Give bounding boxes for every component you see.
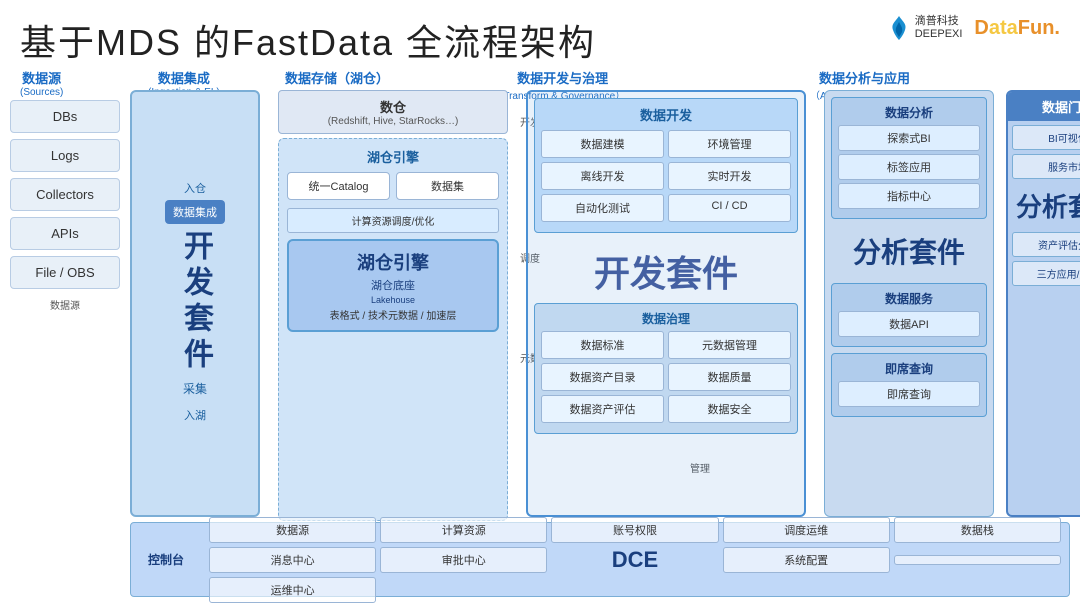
cat-sources-header: 数据源 (Sources) xyxy=(20,68,63,98)
app-kit-big: 分析套件 xyxy=(1008,183,1080,228)
control-item-compute: 计算资源 xyxy=(380,517,547,543)
gov-item-5: 数据安全 xyxy=(668,395,791,423)
control-item-auth: 账号权限 xyxy=(551,517,718,543)
lakehouse-big-label: 湖仓引擎 xyxy=(297,249,489,275)
control-item-datasource: 数据源 xyxy=(209,517,376,543)
ingestion-collect-label: 采集 xyxy=(183,380,207,397)
source-item-dbs: DBs xyxy=(10,100,120,133)
analysis-kit-big: 分析套件 xyxy=(825,225,993,277)
source-item-apis: APIs xyxy=(10,217,120,250)
analysis-service-section: 数据服务 数据API xyxy=(831,283,987,347)
dev-title: 数据开发 xyxy=(541,105,791,124)
dev-item-0: 数据建模 xyxy=(541,130,664,158)
dev-item-3: 实时开发 xyxy=(668,162,791,190)
analysis-title: 数据分析 xyxy=(838,104,980,121)
transform-outer: 数据开发 数据建模 环境管理 离线开发 实时开发 自动化测试 CI / CD 开… xyxy=(526,90,806,517)
storage-header-title: 数仓 xyxy=(285,97,501,116)
service-item-api: 数据API xyxy=(838,311,980,337)
ingestion-rucang-badge: 数据集成 xyxy=(165,200,225,224)
app-item-asset: 资产评估分析 xyxy=(1012,232,1080,257)
gov-grid: 数据标准 元数据管理 数据资产目录 数据质量 数据资产评估 数据安全 xyxy=(541,331,791,423)
dataset-item: 数据集 xyxy=(396,172,499,200)
gov-title: 数据治理 xyxy=(541,310,791,327)
dev-grid: 数据建模 环境管理 离线开发 实时开发 自动化测试 CI / CD xyxy=(541,130,791,222)
ingestion-kit-label: 开发套件 xyxy=(173,230,217,374)
control-item-ops: 调度运维 xyxy=(723,517,890,543)
gov-item-2: 数据资产目录 xyxy=(541,363,664,391)
source-item-file-obs: File / OBS xyxy=(10,256,120,289)
app-item-ecosystem: 三方应用/生态 xyxy=(1012,261,1080,286)
sources-bottom-label: 数据源 xyxy=(10,297,120,312)
logo-deepexi: 滴普科技 DEEPEXI xyxy=(887,14,963,42)
gov-item-3: 数据质量 xyxy=(668,363,791,391)
catalog-item: 统一Catalog xyxy=(287,172,390,200)
service-title: 数据服务 xyxy=(838,290,980,307)
compute-row: 计算资源调度/优化 xyxy=(287,208,499,233)
dev-item-1: 环境管理 xyxy=(668,130,791,158)
sources-column: DBs Logs Collectors APIs File / OBS 数据源 xyxy=(10,100,120,312)
source-item-logs: Logs xyxy=(10,139,120,172)
lakehouse-detail: 表格式 / 技术元数据 / 加速层 xyxy=(297,307,489,322)
ingestion-box: 入仓 数据集成 开发套件 采集 入湖 xyxy=(130,90,260,517)
app-item-bi: BI可视化 xyxy=(1012,125,1080,150)
transform-dev-box: 数据开发 数据建模 环境管理 离线开发 实时开发 自动化测试 CI / CD xyxy=(534,98,798,233)
arch-container: 入仓 数据集成 开发套件 采集 入湖 管理 开发 调度 元数据 管理 管理 管理… xyxy=(130,90,1070,597)
gov-item-0: 数据标准 xyxy=(541,331,664,359)
catalog-row: 统一Catalog 数据集 xyxy=(287,172,499,200)
control-item-sysconfig: 系统配置 xyxy=(723,547,890,573)
analysis-item-bi: 探索式BI xyxy=(838,125,980,151)
analysis-section-top: 数据分析 探索式BI 标签应用 指标中心 xyxy=(831,97,987,219)
source-item-collectors: Collectors xyxy=(10,178,120,211)
storage-header-box: 数仓 (Redshift, Hive, StarRocks…) xyxy=(278,90,508,134)
control-item-blank xyxy=(894,555,1061,565)
control-row: 控制台 数据源 计算资源 账号权限 调度运维 数据栈 消息中心 审批中心 DCE… xyxy=(130,522,1070,597)
ingestion-arrow-rucang: 入仓 xyxy=(165,180,225,196)
control-item-message: 消息中心 xyxy=(209,547,376,573)
gov-item-1: 元数据管理 xyxy=(668,331,791,359)
logo-datafun: DataFun. xyxy=(974,17,1060,40)
analysis-item-tag: 标签应用 xyxy=(838,154,980,180)
control-title: 控制台 xyxy=(131,547,201,572)
app-item-market: 服务市场 xyxy=(1012,154,1080,179)
dev-item-5: CI / CD xyxy=(668,194,791,222)
main-title: 基于MDS 的FastData 全流程架构 xyxy=(20,14,596,66)
analysis-center-title: 指标中心 xyxy=(838,183,980,209)
analysis-instant-section: 即席查询 即席查询 xyxy=(831,353,987,417)
analysis-outer: 数据分析 探索式BI 标签应用 指标中心 分析套件 数据服务 数据API 即席查… xyxy=(824,90,994,517)
lakehouse-name: Lakehouse xyxy=(297,295,489,305)
deepexi-icon xyxy=(887,14,911,42)
transform-kit-big: 开发套件 xyxy=(528,239,804,303)
dev-item-2: 离线开发 xyxy=(541,162,664,190)
app-title: 数据门户 xyxy=(1008,92,1080,121)
storage-header-sub: (Redshift, Hive, StarRocks…) xyxy=(285,116,501,127)
control-grid: 数据源 计算资源 账号权限 调度运维 数据栈 消息中心 审批中心 DCE 系统配… xyxy=(201,513,1069,607)
control-item-opsCenter: 运维中心 xyxy=(209,577,376,603)
dev-item-4: 自动化测试 xyxy=(541,194,664,222)
control-item-dce: DCE xyxy=(551,547,718,573)
warehouse-engine-title: 湖仓引擎 xyxy=(287,147,499,166)
ingestion-arrow-ruhu: 入湖 xyxy=(184,407,206,423)
instant-item: 即席查询 xyxy=(838,381,980,407)
governance-box: 数据治理 数据标准 元数据管理 数据资产目录 数据质量 数据资产评估 数据安全 xyxy=(534,303,798,434)
control-item-approve: 审批中心 xyxy=(380,547,547,573)
control-item-datastack: 数据栈 xyxy=(894,517,1061,543)
app-outer: 数据门户 BI可视化 服务市场 分析套件 资产评估分析 三方应用/生态 xyxy=(1006,90,1080,517)
compute-item: 计算资源调度/优化 xyxy=(287,208,499,233)
lakehouse-label: 湖仓底座 xyxy=(297,277,489,293)
storage-inner: 湖仓引擎 统一Catalog 数据集 计算资源调度/优化 湖仓引擎 湖仓底座 L… xyxy=(278,138,508,521)
logo-area: 滴普科技 DEEPEXI DataFun. xyxy=(887,14,1060,42)
storage-outer: 数仓 (Redshift, Hive, StarRocks…) 湖仓引擎 统一C… xyxy=(278,90,508,517)
lakehouse-box: 湖仓引擎 湖仓底座 Lakehouse 表格式 / 技术元数据 / 加速层 xyxy=(287,239,499,332)
gov-item-4: 数据资产评估 xyxy=(541,395,664,423)
instant-title: 即席查询 xyxy=(838,360,980,377)
